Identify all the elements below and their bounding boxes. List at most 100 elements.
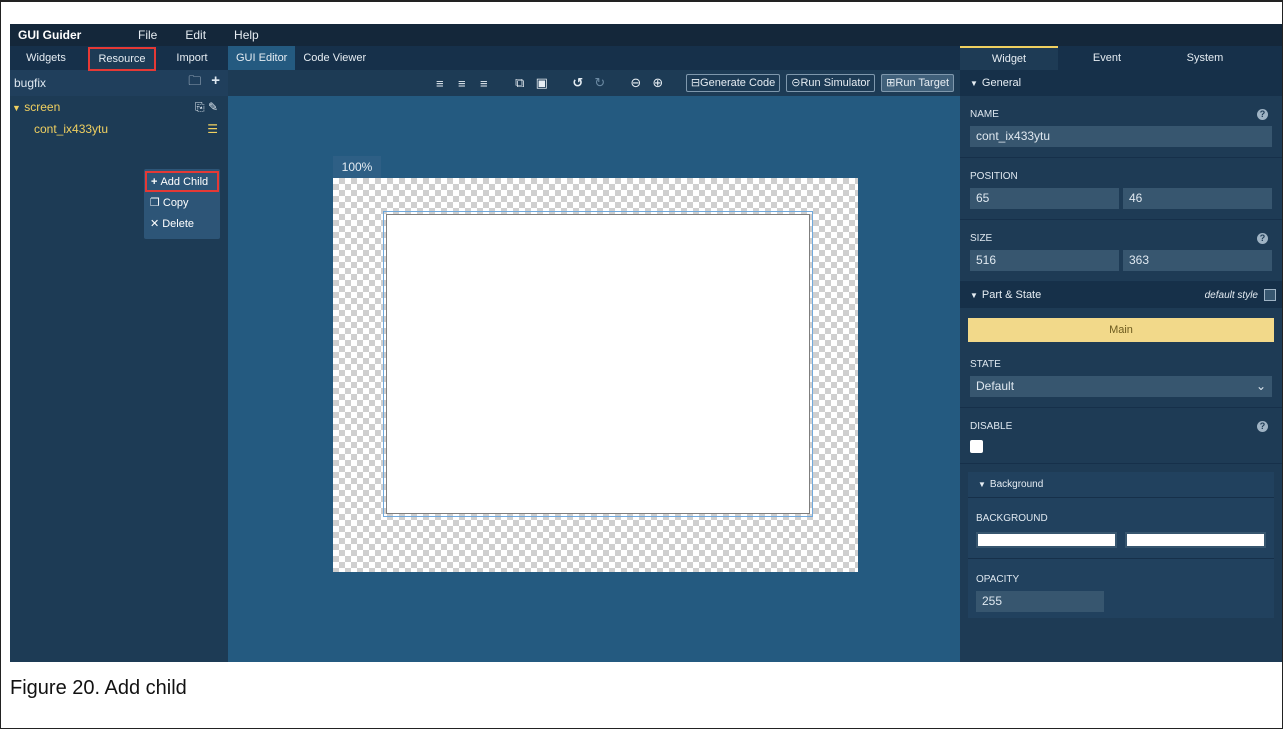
generate-code-label: Generate Code: [700, 77, 776, 89]
copy-menu-item[interactable]: ❐ Copy: [144, 192, 220, 213]
zoom-in-icon[interactable]: ⊕: [650, 75, 666, 91]
tree-item-container[interactable]: cont_ix433ytu ☰: [10, 118, 228, 140]
tab-import[interactable]: Import: [156, 46, 228, 70]
screen-label: screen: [24, 100, 61, 114]
help-icon[interactable]: ?: [1257, 420, 1268, 432]
tree-item-screen[interactable]: ▼ screen ⎘ ✎: [10, 96, 228, 118]
plus-icon: +: [151, 175, 158, 188]
caret-down-icon: ▼: [978, 480, 986, 489]
opacity-label: OPACITY: [976, 573, 1020, 585]
figure-caption: Figure 20. Add child: [10, 677, 187, 699]
default-style-label: default style: [1204, 289, 1258, 301]
menu-help[interactable]: Help: [234, 28, 259, 42]
background-section-header[interactable]: ▼ Background: [968, 472, 1274, 498]
menu-list-icon[interactable]: ☰: [207, 122, 218, 136]
new-folder-icon[interactable]: 🗀: [188, 72, 201, 94]
caret-down-icon: ▼: [12, 103, 21, 113]
position-label: POSITION: [970, 170, 1018, 182]
app-brand: GUI Guider: [18, 28, 82, 42]
general-section-header[interactable]: ▼ General: [960, 70, 1282, 96]
send-backward-icon[interactable]: ▣: [534, 75, 550, 91]
opacity-input[interactable]: 255: [976, 591, 1104, 612]
tab-gui-editor[interactable]: GUI Editor: [228, 46, 296, 70]
container-widget[interactable]: [383, 211, 813, 517]
help-icon[interactable]: ?: [1257, 232, 1268, 244]
bring-forward-icon[interactable]: ⧉: [512, 75, 528, 91]
properties-panel: Widget Event System ▼ General NAME? cont…: [960, 46, 1282, 662]
background-gradient-picker[interactable]: [1125, 532, 1266, 548]
disable-label: DISABLE: [970, 420, 1013, 432]
context-menu: + Add Child ❐ Copy ✕ Delete: [144, 169, 220, 239]
project-name: bugfix: [14, 76, 47, 90]
tab-code-viewer[interactable]: Code Viewer: [295, 46, 374, 70]
width-input[interactable]: 516: [970, 250, 1119, 271]
state-select[interactable]: Default ⌄: [970, 376, 1272, 397]
add-child-label: Add Child: [160, 175, 209, 188]
properties-tabs: Widget Event System: [960, 46, 1282, 70]
run-simulator-label: Run Simulator: [800, 77, 871, 89]
delete-label: Delete: [162, 217, 195, 230]
undo-icon[interactable]: ↺: [570, 75, 586, 91]
menu-file[interactable]: File: [138, 28, 157, 42]
background-section: ▼ Background BACKGROUND OPACITY 255: [968, 472, 1274, 618]
screen-canvas[interactable]: [333, 178, 858, 572]
state-label: STATE: [970, 358, 1001, 370]
align-left-icon[interactable]: ≡: [432, 76, 448, 91]
background-section-label: Background: [989, 479, 1044, 490]
tab-resource[interactable]: Resource: [88, 47, 156, 71]
caret-down-icon: ▼: [970, 291, 978, 300]
generate-code-button[interactable]: ⊟Generate Code: [685, 74, 781, 92]
tab-widget[interactable]: Widget: [960, 46, 1058, 70]
disable-checkbox[interactable]: [970, 440, 983, 453]
align-center-icon[interactable]: ≡: [454, 76, 470, 91]
add-child-menu-item[interactable]: + Add Child: [145, 171, 219, 192]
container-label: cont_ix433ytu: [34, 122, 109, 136]
name-label: NAME: [970, 108, 999, 120]
container-body: [386, 214, 810, 514]
background-color-picker[interactable]: [976, 532, 1117, 548]
general-label: General: [981, 77, 1022, 89]
editor-area: GUI Editor Code Viewer ≡ ≡ ≡ ⧉ ▣ ↺ ↻ ⊖ ⊕…: [228, 46, 960, 662]
project-row: bugfix 🗀 +: [10, 70, 228, 96]
name-group: NAME? cont_ix433ytu: [960, 106, 1282, 158]
part-state-header[interactable]: ▼ Part & State default style: [960, 282, 1282, 308]
position-group: POSITION 65 46: [960, 168, 1282, 220]
tab-event[interactable]: Event: [1058, 46, 1156, 70]
copy-icon: ❐: [150, 197, 160, 209]
left-tabs: Widgets Resource Import: [10, 46, 228, 71]
default-style-checkbox[interactable]: [1264, 289, 1276, 301]
run-simulator-button[interactable]: ⊝Run Simulator: [786, 74, 876, 92]
background-label: BACKGROUND: [976, 512, 1048, 524]
close-icon: ✕: [150, 218, 160, 230]
redo-icon[interactable]: ↻: [592, 75, 608, 91]
disable-group: DISABLE?: [960, 418, 1282, 464]
run-target-button[interactable]: ⊞Run Target: [881, 74, 954, 92]
resource-tree: ▼ screen ⎘ ✎ cont_ix433ytu ☰: [10, 96, 228, 140]
size-label: SIZE: [970, 232, 993, 244]
code-icon: ⊟: [690, 77, 701, 89]
add-screen-icon[interactable]: +: [211, 72, 220, 94]
left-panel: Widgets Resource Import bugfix 🗀 + ▼ scr…: [10, 46, 228, 662]
zoom-out-icon[interactable]: ⊖: [628, 75, 644, 91]
gui-guider-window: GUI Guider File Edit Help Widgets Resour…: [10, 24, 1282, 662]
position-x-input[interactable]: 65: [970, 188, 1119, 209]
menubar: GUI Guider File Edit Help: [10, 24, 1282, 46]
align-right-icon[interactable]: ≡: [476, 76, 492, 91]
tab-widgets[interactable]: Widgets: [10, 46, 82, 70]
height-input[interactable]: 363: [1123, 250, 1272, 271]
copy-label: Copy: [162, 196, 189, 209]
part-state-label: Part & State: [981, 289, 1042, 301]
copy-screen-icon[interactable]: ⎘: [195, 100, 205, 114]
editor-tabs: GUI Editor Code Viewer: [228, 46, 960, 70]
help-icon[interactable]: ?: [1257, 108, 1268, 120]
size-group: SIZE? 516 363: [960, 230, 1282, 282]
delete-menu-item[interactable]: ✕ Delete: [144, 213, 220, 234]
position-y-input[interactable]: 46: [1123, 188, 1272, 209]
zoom-level: 100%: [333, 156, 381, 178]
main-part-button[interactable]: Main: [968, 318, 1274, 342]
editor-toolbar: ≡ ≡ ≡ ⧉ ▣ ↺ ↻ ⊖ ⊕ ⊟Generate Code ⊝Run Si…: [228, 70, 960, 96]
name-input[interactable]: cont_ix433ytu: [970, 126, 1272, 147]
edit-screen-icon[interactable]: ✎: [208, 100, 218, 114]
menu-edit[interactable]: Edit: [185, 28, 206, 42]
tab-system[interactable]: System: [1156, 46, 1254, 70]
